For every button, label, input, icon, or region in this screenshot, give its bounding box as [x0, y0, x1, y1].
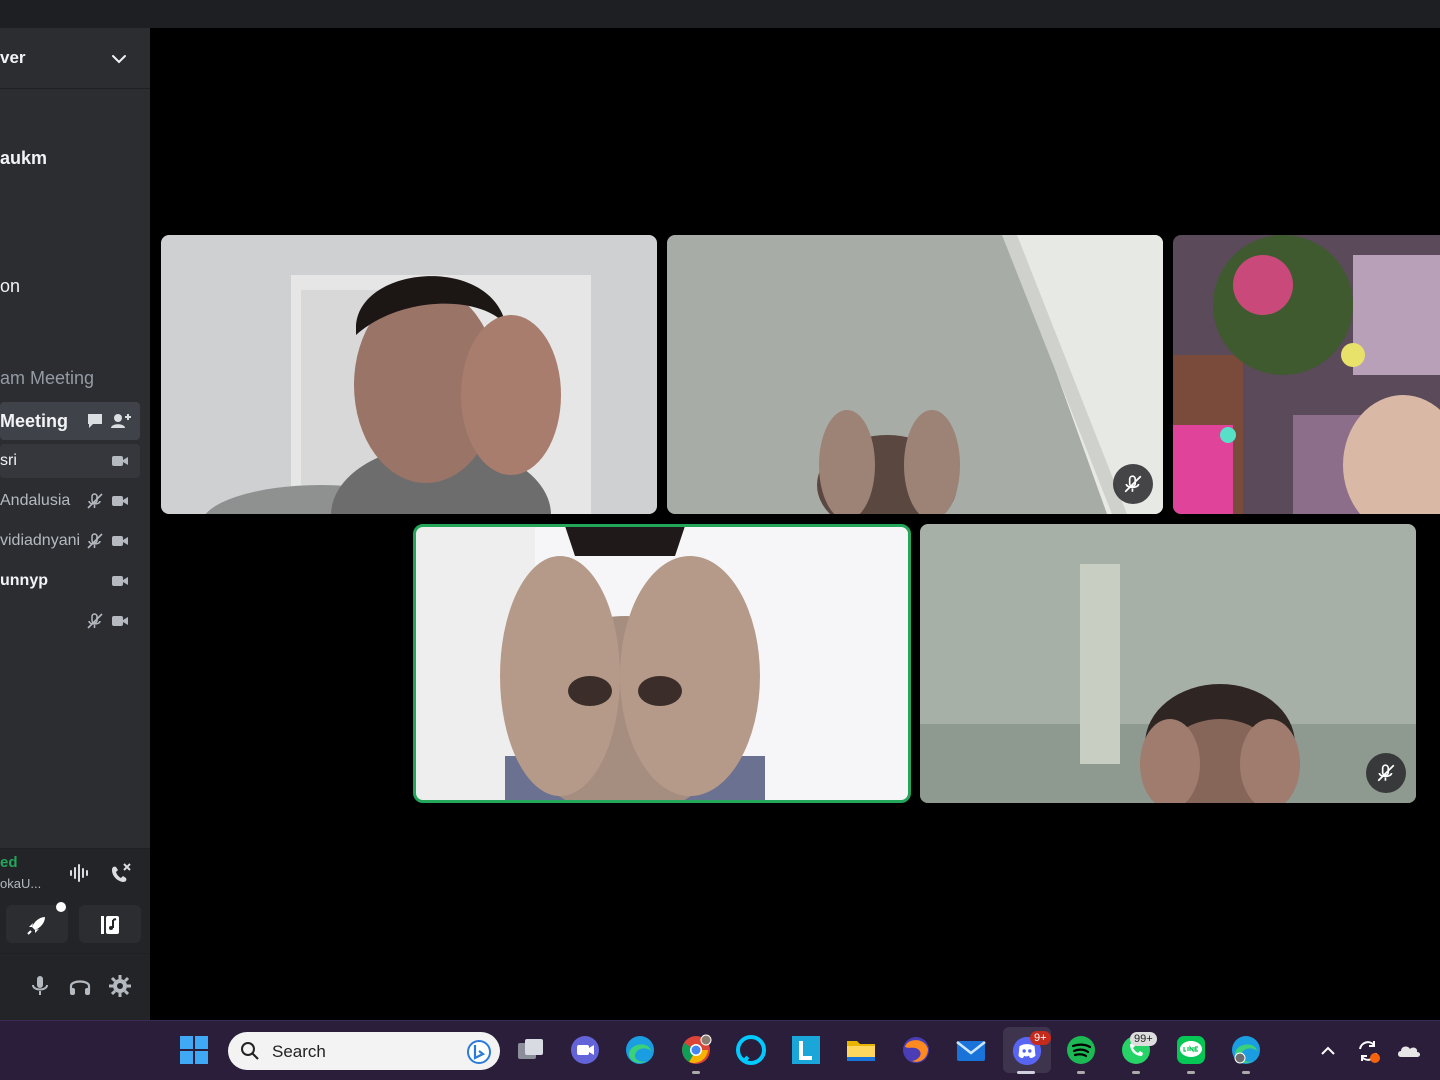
- muted-badge: [1113, 464, 1153, 504]
- running-indicator: [692, 1071, 700, 1074]
- edge-icon[interactable]: [623, 1033, 657, 1067]
- participant-video: [1173, 235, 1440, 514]
- channel-sidebar: ver aukm on am Meeting Meeting sri Andal…: [0, 28, 150, 1020]
- camera-icon: [112, 496, 128, 506]
- running-indicator: [1242, 1071, 1250, 1074]
- mail-icon[interactable]: [954, 1033, 988, 1067]
- voice-connection-panel: ed okaU...: [0, 848, 150, 953]
- l-app-icon[interactable]: [789, 1033, 823, 1067]
- camera-icon: [112, 576, 128, 586]
- gear-icon[interactable]: [108, 974, 132, 998]
- active-channel-label: Meeting: [0, 411, 69, 431]
- server-header[interactable]: ver: [0, 28, 150, 89]
- discord-taskbar-button[interactable]: 9+: [1003, 1027, 1051, 1073]
- whatsapp-badge: 99+: [1130, 1032, 1157, 1046]
- firefox-icon[interactable]: [899, 1033, 933, 1067]
- mic-icon[interactable]: [28, 974, 52, 998]
- channel-item[interactable]: am Meeting: [0, 368, 94, 389]
- video-tile-speaking[interactable]: [413, 524, 911, 803]
- soundboard-button[interactable]: [79, 905, 141, 943]
- camera-icon: [112, 616, 128, 626]
- mic-muted-icon: [87, 533, 103, 549]
- active-voice-channel[interactable]: Meeting: [0, 402, 140, 440]
- chat-icon[interactable]: [86, 413, 104, 429]
- teams-meet-icon[interactable]: [568, 1033, 602, 1067]
- mic-muted-icon: [87, 613, 103, 629]
- chrome-icon[interactable]: [679, 1033, 713, 1067]
- camera-icon: [112, 456, 128, 466]
- voice-channel-name[interactable]: okaU...: [0, 876, 41, 891]
- voice-member[interactable]: sri: [0, 444, 140, 478]
- search-label: Search: [272, 1042, 326, 1061]
- member-name: unnyp: [0, 572, 48, 589]
- spotify-icon[interactable]: [1064, 1033, 1098, 1067]
- video-tile[interactable]: [667, 235, 1163, 514]
- chevron-down-icon: [112, 55, 126, 64]
- disconnect-icon[interactable]: [108, 861, 132, 885]
- mic-muted-icon: [87, 493, 103, 509]
- edge-profile-icon[interactable]: [1229, 1033, 1263, 1067]
- channel-item[interactable]: aukm: [0, 148, 47, 169]
- server-name: ver: [0, 48, 26, 67]
- line-icon[interactable]: [1174, 1033, 1208, 1067]
- participant-video: [415, 526, 909, 801]
- discord-badge: 9+: [1030, 1031, 1051, 1045]
- chevron-up-icon[interactable]: [1318, 1041, 1338, 1061]
- video-tile[interactable]: [1173, 235, 1440, 514]
- add-member-icon[interactable]: [110, 413, 132, 429]
- participant-video: [667, 235, 1163, 514]
- onedrive-cloud-icon[interactable]: [1396, 1039, 1422, 1063]
- active-indicator: [1017, 1071, 1035, 1074]
- voice-member[interactable]: Andalusia: [0, 484, 140, 518]
- music-icon: [101, 916, 119, 934]
- notification-dot: [56, 902, 66, 912]
- task-view-icon[interactable]: [514, 1033, 548, 1067]
- voice-member[interactable]: unnyp: [0, 564, 140, 598]
- participant-video: [161, 235, 657, 514]
- headphones-icon[interactable]: [68, 974, 92, 998]
- voice-member[interactable]: vidiadnyani: [0, 524, 140, 558]
- voice-member[interactable]: [0, 604, 140, 638]
- windows-start-icon[interactable]: [177, 1033, 211, 1067]
- participant-video: [920, 524, 1416, 803]
- alexa-icon[interactable]: [734, 1033, 768, 1067]
- soundboard-icon[interactable]: [68, 861, 92, 885]
- member-name: sri: [0, 452, 17, 469]
- member-name: vidiadnyani: [0, 532, 81, 549]
- bing-icon[interactable]: [466, 1039, 492, 1065]
- user-controls-panel: [0, 953, 150, 1020]
- video-tile[interactable]: [920, 524, 1416, 803]
- sync-icon[interactable]: [1354, 1037, 1382, 1065]
- voice-status: ed: [0, 854, 18, 871]
- file-explorer-icon[interactable]: [844, 1033, 878, 1067]
- title-bar: [0, 0, 1440, 28]
- video-tile[interactable]: [161, 235, 657, 514]
- running-indicator: [1187, 1071, 1195, 1074]
- channel-item[interactable]: on: [0, 276, 20, 297]
- taskbar-search[interactable]: Search: [228, 1032, 500, 1070]
- windows-taskbar: Search 9+ 99+: [0, 1020, 1440, 1080]
- mic-muted-icon: [1377, 764, 1395, 782]
- member-name: Andalusia: [0, 492, 71, 509]
- rocket-icon: [27, 917, 45, 935]
- mic-muted-icon: [1124, 475, 1142, 493]
- search-icon: [241, 1042, 259, 1060]
- video-grid: [150, 28, 1440, 1020]
- running-indicator: [1077, 1071, 1085, 1074]
- camera-icon: [112, 536, 128, 546]
- running-indicator: [1132, 1071, 1140, 1074]
- muted-badge: [1366, 753, 1406, 793]
